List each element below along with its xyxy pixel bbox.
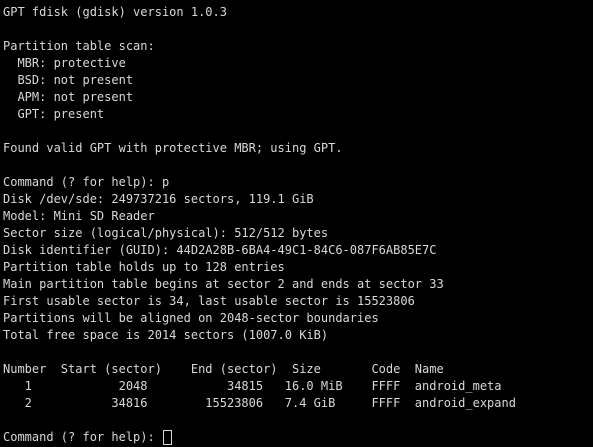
scan-apm: APM: not present xyxy=(3,90,134,104)
disk-info-line: Total free space is 2014 sectors (1007.0… xyxy=(3,328,329,342)
prompt-line[interactable]: Command (? for help): xyxy=(3,429,593,446)
scan-header: Partition table scan: xyxy=(3,39,155,53)
found-gpt-line: Found valid GPT with protective MBR; usi… xyxy=(3,141,343,155)
disk-info-line: Model: Mini SD Reader xyxy=(3,209,155,223)
command-line: Command (? for help): p xyxy=(3,175,170,189)
partition-row: 1 2048 34815 16.0 MiB FFFF android_meta xyxy=(3,379,502,393)
prompt-text: Command (? for help): xyxy=(3,430,162,444)
disk-info-line: Disk /dev/sde: 249737216 sectors, 119.1 … xyxy=(3,192,314,206)
partition-table-header: Number Start (sector) End (sector) Size … xyxy=(3,362,444,376)
disk-info-line: Partitions will be aligned on 2048-secto… xyxy=(3,311,379,325)
scan-bsd: BSD: not present xyxy=(3,73,134,87)
disk-info-line: Partition table holds up to 128 entries xyxy=(3,260,285,274)
terminal-window[interactable]: GPT fdisk (gdisk) version 1.0.3 Partitio… xyxy=(0,0,593,447)
disk-info-line: Main partition table begins at sector 2 … xyxy=(3,277,444,291)
partition-row: 2 34816 15523806 7.4 GiB FFFF android_ex… xyxy=(3,396,516,410)
disk-info-line: Sector size (logical/physical): 512/512 … xyxy=(3,226,329,240)
version-line: GPT fdisk (gdisk) version 1.0.3 xyxy=(3,5,227,19)
scan-gpt: GPT: present xyxy=(3,107,105,121)
disk-info-line: Disk identifier (GUID): 44D2A28B-6BA4-49… xyxy=(3,243,437,257)
scan-mbr: MBR: protective xyxy=(3,56,126,70)
disk-info-line: First usable sector is 34, last usable s… xyxy=(3,294,415,308)
text-cursor[interactable] xyxy=(162,430,172,445)
